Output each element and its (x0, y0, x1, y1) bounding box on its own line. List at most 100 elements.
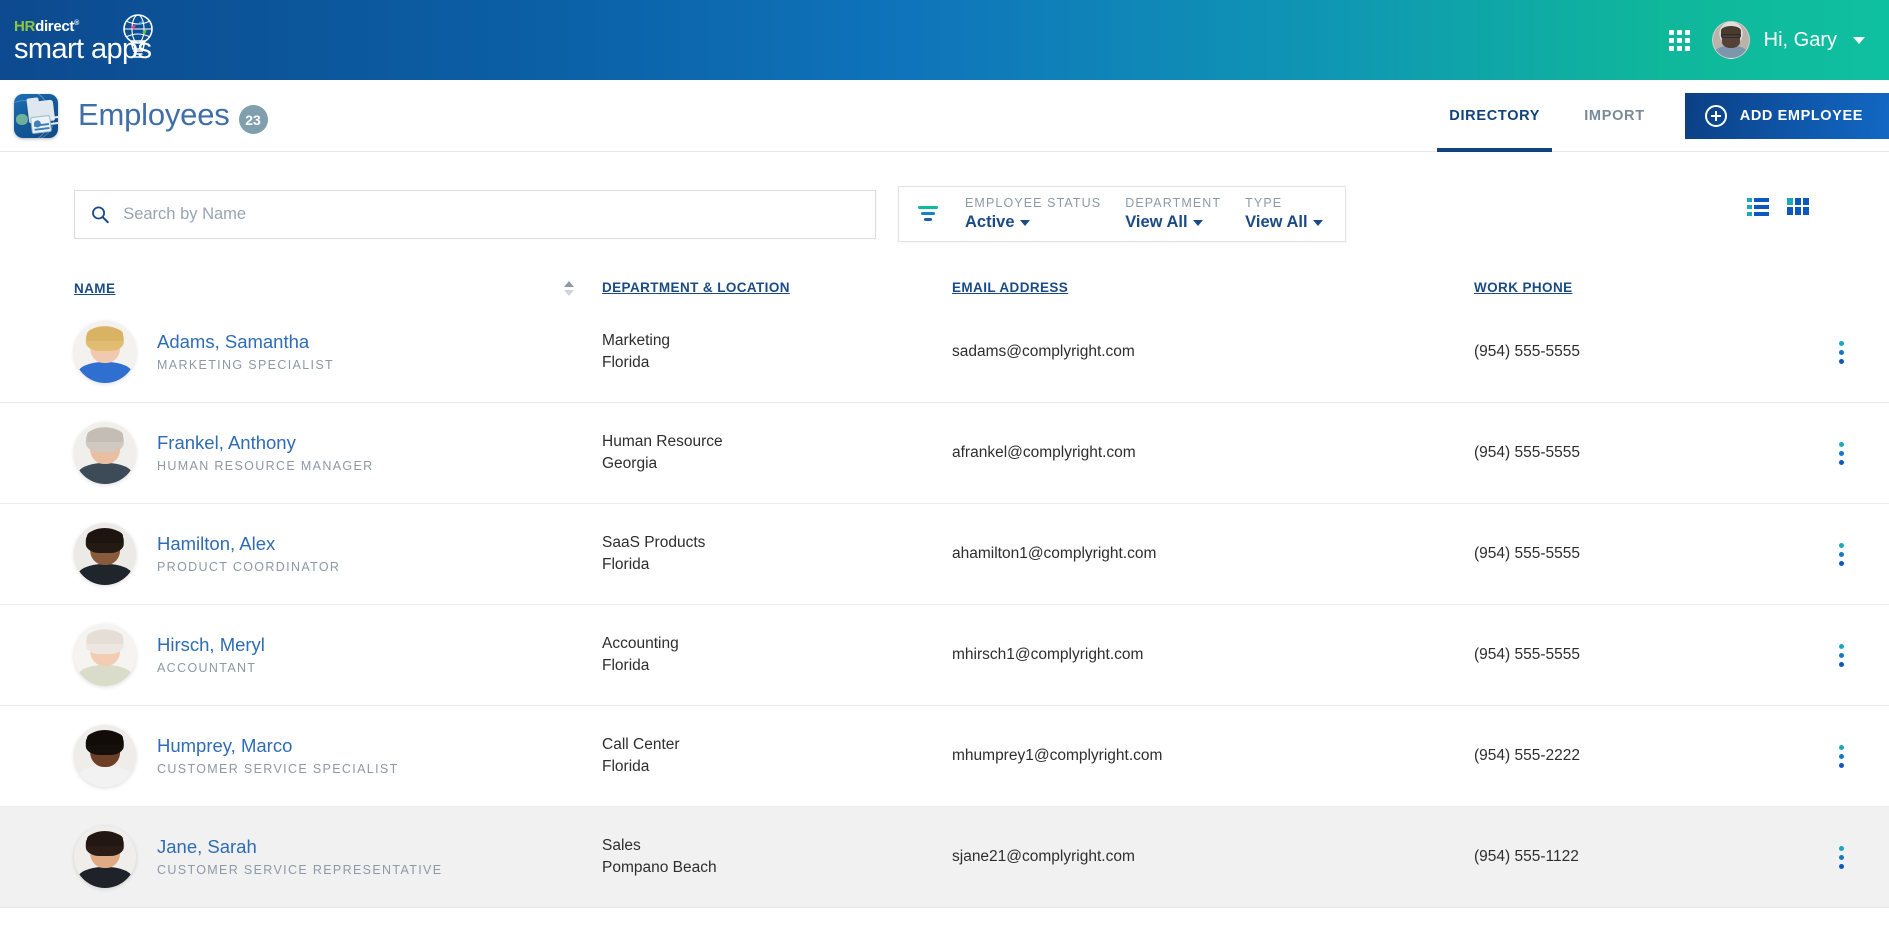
employee-photo (74, 422, 136, 484)
brand-logo[interactable]: HRdirect® smart apps (14, 17, 151, 64)
grid-view-toggle[interactable] (1787, 198, 1809, 216)
column-header-phone[interactable]: WORK PHONE (1474, 280, 1573, 295)
avatar (1712, 21, 1750, 59)
employee-department: Sales (602, 835, 952, 857)
user-menu[interactable]: Hi, Gary (1712, 21, 1865, 59)
employee-actions-cell (1794, 436, 1889, 471)
topbar-right-cluster: Hi, Gary (1669, 21, 1865, 59)
filter-employee-status-label: EMPLOYEE STATUS (965, 196, 1101, 210)
employee-text: Hirsch, Meryl ACCOUNTANT (157, 635, 265, 674)
table-row[interactable]: Jane, SarahCUSTOMER SERVICE REPRESENTATI… (0, 807, 1889, 908)
employee-name-link[interactable]: Jane, Sarah (157, 837, 442, 857)
employee-department-cell: Human ResourceGeorgia (602, 431, 952, 476)
filter-department-label: DEPARTMENT (1125, 196, 1221, 210)
kebab-menu-icon[interactable] (1833, 739, 1850, 774)
tab-import[interactable]: IMPORT (1562, 80, 1667, 151)
filter-department-text: View All (1125, 213, 1187, 232)
employee-phone: (954) 555-5555 (1474, 444, 1794, 462)
column-header-phone-wrap: WORK PHONE (1474, 279, 1794, 297)
sort-arrows-icon[interactable] (564, 281, 574, 296)
add-employee-button[interactable]: ADD EMPLOYEE (1685, 93, 1889, 139)
employee-job-title: HUMAN RESOURCE MANAGER (157, 459, 374, 473)
column-header-name-wrap: NAME (74, 281, 602, 296)
employee-directory-table: NAME DEPARTMENT & LOCATION EMAIL ADDRESS… (0, 274, 1889, 908)
table-row[interactable]: Hirsch, Meryl ACCOUNTANT AccountingFlorida… (0, 605, 1889, 706)
search-box[interactable] (74, 190, 876, 239)
table-row[interactable]: Hamilton, Alex PRODUCT COORDINATOR SaaS Pr… (0, 504, 1889, 605)
filter-employee-status-text: Active (965, 213, 1015, 232)
search-input[interactable] (123, 205, 859, 224)
employee-name-link[interactable]: Hirsch, Meryl (157, 635, 265, 655)
employee-name-link[interactable]: Hamilton, Alex (157, 534, 340, 554)
employee-photo (74, 725, 136, 787)
chevron-down-icon[interactable] (1853, 37, 1865, 44)
tab-directory[interactable]: DIRECTORY (1427, 80, 1562, 151)
employee-name-link[interactable]: Frankel, Anthony (157, 433, 374, 453)
employee-cell: Hamilton, Alex PRODUCT COORDINATOR (74, 523, 602, 585)
table-header-row: NAME DEPARTMENT & LOCATION EMAIL ADDRESS… (0, 274, 1889, 302)
apps-grid-icon[interactable] (1669, 30, 1690, 51)
employee-text: Hamilton, Alex PRODUCT COORDINATOR (157, 534, 340, 573)
employee-photo (74, 624, 136, 686)
list-view-toggle[interactable] (1747, 198, 1769, 216)
filter-bar: EMPLOYEE STATUS Active DEPARTMENT View A… (898, 186, 1346, 242)
table-body: Adams, SamanthaMARKETING SPECIALISTMarke… (0, 302, 1889, 908)
page-title-row: Employees 23 (78, 97, 268, 135)
employee-photo (74, 321, 136, 383)
employee-cell: Adams, SamanthaMARKETING SPECIALIST (74, 321, 602, 383)
employee-name-link[interactable]: Humprey, Marco (157, 736, 399, 756)
kebab-menu-icon[interactable] (1833, 638, 1850, 673)
employee-actions-cell (1794, 537, 1889, 572)
kebab-menu-icon[interactable] (1833, 335, 1850, 370)
kebab-menu-icon[interactable] (1833, 436, 1850, 471)
table-row[interactable]: Frankel, Anthony HUMAN RESOURCE MANAGER Hu… (0, 403, 1889, 504)
table-row[interactable]: Humprey, Marco CUSTOMER SERVICE SPECIALIS… (0, 706, 1889, 807)
column-header-name[interactable]: NAME (74, 281, 115, 296)
page-header: Employees 23 DIRECTORY IMPORT ADD EMPLOY… (0, 80, 1889, 152)
search-icon (91, 205, 109, 224)
employee-actions-cell (1794, 840, 1889, 875)
employee-job-title: ACCOUNTANT (157, 661, 265, 675)
filter-type-value[interactable]: View All (1245, 213, 1322, 232)
kebab-menu-icon[interactable] (1833, 840, 1850, 875)
add-employee-label: ADD EMPLOYEE (1740, 108, 1863, 124)
employee-actions-cell (1794, 638, 1889, 673)
employee-photo (74, 523, 136, 585)
employee-department: SaaS Products (602, 532, 952, 554)
employee-phone: (954) 555-5555 (1474, 343, 1794, 361)
lightbulb-globe-icon (117, 13, 159, 61)
table-row[interactable]: Adams, SamanthaMARKETING SPECIALISTMarke… (0, 302, 1889, 403)
employee-department: Call Center (602, 734, 952, 756)
employee-department-cell: SaaS ProductsFlorida (602, 532, 952, 577)
page-title: Employees (78, 97, 230, 133)
chevron-down-icon (1193, 220, 1203, 226)
employee-name-link[interactable]: Adams, Samantha (157, 332, 334, 352)
employee-job-title: PRODUCT COORDINATOR (157, 560, 340, 574)
employee-text: Humprey, Marco CUSTOMER SERVICE SPECIALIS… (157, 736, 399, 775)
column-header-email-wrap: EMAIL ADDRESS (952, 279, 1474, 297)
employee-location: Florida (602, 554, 952, 576)
filter-employee-status[interactable]: EMPLOYEE STATUS Active (965, 196, 1101, 232)
top-navigation-bar: HRdirect® smart apps (0, 0, 1889, 80)
filter-type[interactable]: TYPE View All (1245, 196, 1322, 232)
employee-phone: (954) 555-2222 (1474, 747, 1794, 765)
employee-cell: Frankel, Anthony HUMAN RESOURCE MANAGER (74, 422, 602, 484)
directory-toolbar: EMPLOYEE STATUS Active DEPARTMENT View A… (0, 152, 1889, 242)
employee-text: Jane, SarahCUSTOMER SERVICE REPRESENTATI… (157, 837, 442, 876)
column-header-email[interactable]: EMAIL ADDRESS (952, 280, 1068, 295)
plus-circle-icon (1705, 105, 1727, 127)
filter-type-label: TYPE (1245, 196, 1322, 210)
column-header-department[interactable]: DEPARTMENT & LOCATION (602, 280, 790, 295)
user-greeting: Hi, Gary (1764, 29, 1837, 52)
filter-department-value[interactable]: View All (1125, 213, 1221, 232)
filter-department[interactable]: DEPARTMENT View All (1125, 196, 1221, 232)
filter-employee-status-value[interactable]: Active (965, 213, 1101, 232)
employee-cell: Jane, SarahCUSTOMER SERVICE REPRESENTATI… (74, 826, 602, 888)
view-toggle-group (1747, 198, 1809, 216)
employee-department-cell: Call CenterFlorida (602, 734, 952, 779)
kebab-menu-icon[interactable] (1833, 537, 1850, 572)
employee-department-cell: AccountingFlorida (602, 633, 952, 678)
employee-job-title: CUSTOMER SERVICE SPECIALIST (157, 762, 399, 776)
logo-registered-mark: ® (74, 20, 79, 27)
employee-email: afrankel@complyright.com (952, 444, 1474, 462)
